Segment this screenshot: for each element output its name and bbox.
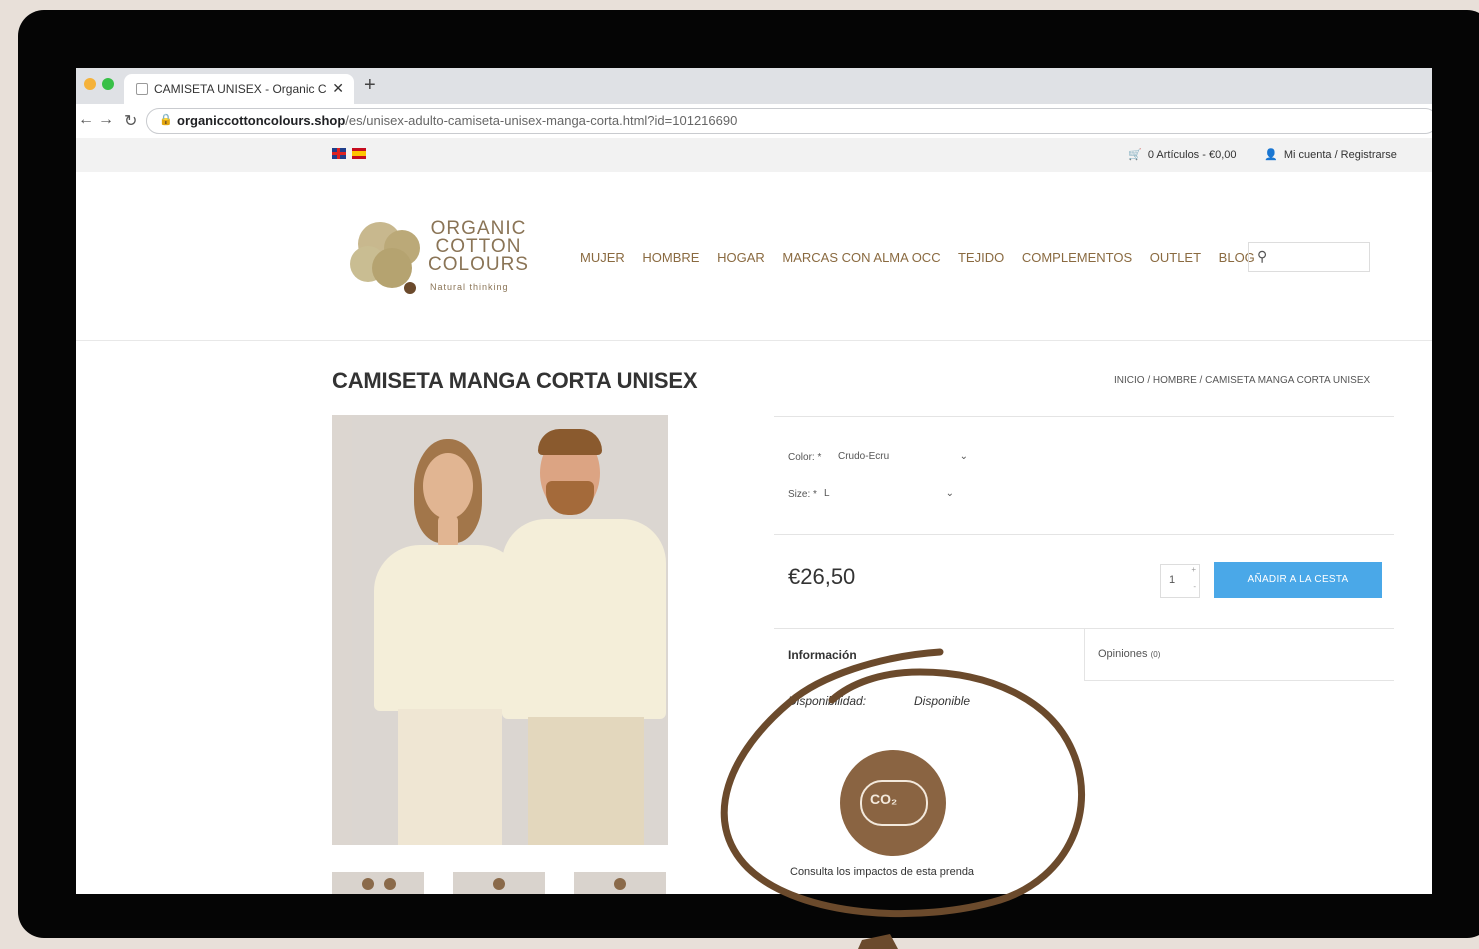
hand-drawn-circle (720, 648, 1086, 918)
annotation-arrow-tip (858, 934, 898, 949)
annotation-overlay (720, 648, 1086, 949)
